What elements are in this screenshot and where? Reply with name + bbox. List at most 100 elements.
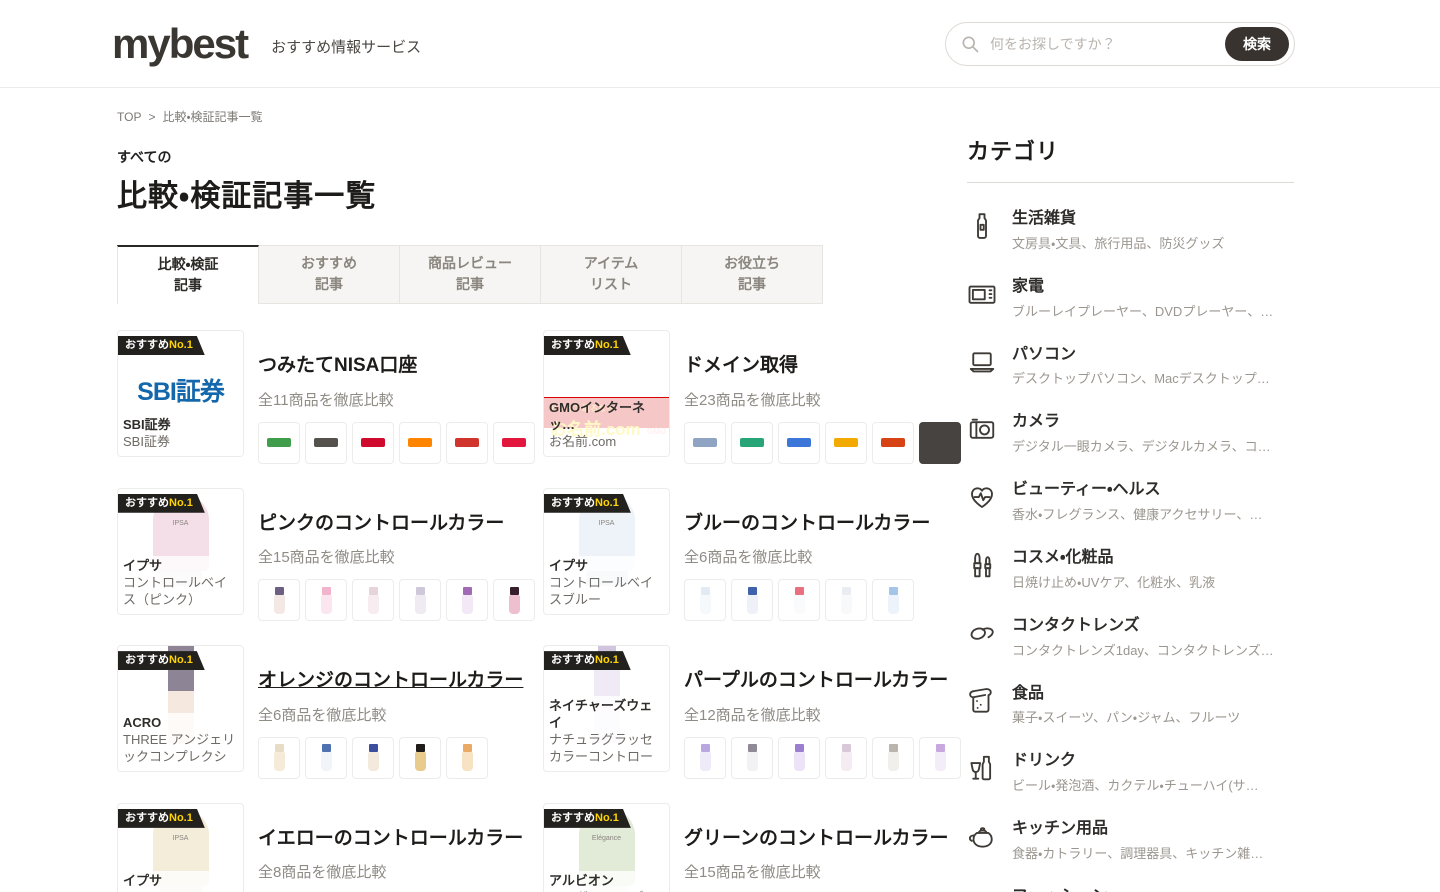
product-thumbnail — [825, 421, 867, 464]
card-image[interactable]: おすすめNo.1 ドメイン取るならお名前.comhttps://www.onam… — [543, 330, 670, 457]
category-item[interactable]: ファッション レディーストップス、レディースジャケッ… — [967, 887, 1294, 892]
product-thumbnail — [684, 736, 726, 779]
article-card[interactable]: おすすめNo.1 ドメイン取るならお名前.comhttps://www.onam… — [543, 330, 961, 464]
breadcrumb-top-link[interactable]: TOP — [117, 110, 141, 124]
search-box: 検索 — [945, 21, 1295, 66]
category-item[interactable]: キッチン用品 食器・カトラリー、調理器具、キッチン雑… — [967, 819, 1294, 862]
card-title-link[interactable]: ピンクのコントロールカラー — [258, 510, 535, 538]
category-subtext: 日焼け止め・UVケア、化粧水、乳液 — [1012, 574, 1216, 590]
product-image-text: SBI証券 — [137, 377, 225, 406]
card-image[interactable]: おすすめNo.1 IPSA イプサ コントロールベイス — [117, 802, 244, 892]
card-compare-count: 全23商品を徹底比較 — [684, 391, 821, 409]
card-title-link[interactable]: ブルーのコントロールカラー — [684, 510, 930, 538]
article-card[interactable]: おすすめNo.1 SBI証券 SBI証券 SBI証券 つみたてNISA口座 全1… — [117, 330, 535, 464]
product-thumbnail — [731, 421, 773, 464]
tab-hikaku-kensho[interactable]: 比較・検証 記事 — [117, 245, 259, 304]
card-compare-count: 全6商品を徹底比較 — [684, 549, 813, 567]
product-thumbnails — [684, 421, 961, 464]
card-brand: イプサ — [549, 557, 589, 573]
card-image[interactable]: おすすめNo.1 Elégance アルビオン エレガンス モデリング カラーベ… — [543, 802, 670, 892]
card-caption: イプサ コントロールベイス — [118, 870, 243, 892]
product-thumbnail — [493, 421, 535, 464]
tab-review[interactable]: 商品レビュー 記事 — [400, 245, 541, 304]
category-name: カメラ — [1012, 413, 1061, 431]
category-item[interactable]: 食品 菓子・スイーツ、パン・ジャム、フルーツ — [967, 684, 1294, 727]
card-caption: アルビオン エレガンス モデリング カラーベース G… — [544, 870, 669, 892]
badge-no1: No.1 — [169, 811, 193, 824]
product-thumbnail — [305, 421, 347, 464]
search-input[interactable] — [980, 35, 1225, 52]
category-item[interactable]: カメラ デジタル一眼カメラ、デジタルカメラ、コ… — [967, 412, 1294, 455]
product-thumbnail — [731, 736, 773, 779]
badge-prefix: おすすめ — [551, 654, 595, 667]
lipstick-icon — [967, 550, 997, 580]
search-icon — [962, 36, 979, 52]
category-list: 生活雑貨 文房具・文具、旅行用品、防災グッズ 家電 ブルーレイプレーヤー、DVD… — [967, 209, 1294, 892]
card-compare-count: 全15商品を徹底比較 — [258, 549, 395, 567]
card-product-name: コントロールベイスブルー — [549, 574, 654, 607]
category-item[interactable]: ドリンク ビール・発泡酒、カクテル・チューハイ(サ… — [967, 751, 1294, 794]
article-card[interactable]: おすすめNo.1 IPSA イプサ コントロールベイス イエローのコントロールカ… — [117, 802, 535, 892]
card-brand: イプサ — [123, 557, 163, 573]
bread-icon — [967, 686, 997, 716]
card-product-name: ナチュラグラッセ カラーコントロール… — [549, 732, 654, 766]
card-image[interactable]: おすすめNo.1 IPSA イプサ コントロールベイス（ピンク） — [117, 487, 244, 615]
tab-itemlist[interactable]: アイテム リスト — [541, 245, 682, 304]
recommend-no1-badge: おすすめNo.1 — [544, 494, 631, 513]
tab-label-line2: 記事 — [738, 276, 766, 292]
breadcrumb-current[interactable]: 比較・検証記事一覧 — [162, 108, 262, 125]
site-tagline: おすすめ情報サービス — [271, 39, 422, 56]
card-caption: イプサ コントロールベイス（ピンク） — [118, 555, 243, 614]
product-thumbnail — [399, 579, 441, 622]
category-item[interactable]: コスメ・化粧品 日焼け止め・UVケア、化粧水、乳液 — [967, 548, 1294, 591]
recommend-no1-badge: おすすめNo.1 — [118, 809, 205, 828]
page-title: 比較・検証記事一覧 — [117, 180, 377, 213]
card-title-link[interactable]: オレンジのコントロールカラー — [258, 667, 523, 695]
card-title-link[interactable]: グリーンのコントロールカラー — [684, 825, 961, 853]
card-title-link[interactable]: イエローのコントロールカラー — [258, 825, 535, 853]
card-image[interactable]: おすすめNo.1 ACRO THREE アンジェリックコンプレクショ… — [117, 645, 244, 773]
card-image[interactable]: おすすめNo.1 ネイチャーズウェイ ナチュラグラッセ カラーコントロール… — [543, 645, 670, 773]
card-image[interactable]: おすすめNo.1 SBI証券 SBI証券 SBI証券 — [117, 330, 244, 457]
card-caption: イプサ コントロールベイスブルー — [544, 555, 669, 614]
card-title-link[interactable]: ドメイン取得 — [684, 352, 961, 380]
card-title-link[interactable]: つみたてNISA口座 — [258, 352, 535, 380]
teapot-icon — [967, 821, 997, 851]
product-thumbnail — [872, 736, 914, 779]
card-compare-count: 全12商品を徹底比較 — [684, 706, 821, 724]
recommend-no1-badge: おすすめNo.1 — [118, 336, 205, 355]
category-item[interactable]: 家電 ブルーレイプレーヤー、DVDプレーヤー、… — [967, 277, 1294, 320]
page-supertitle: すべての — [117, 149, 172, 165]
badge-no1: No.1 — [595, 339, 619, 351]
breadcrumb: TOP > 比較・検証記事一覧 — [117, 108, 935, 125]
card-compare-count: 全6商品を徹底比較 — [258, 706, 387, 724]
tab-label-line1: お役立ち — [724, 255, 780, 271]
product-thumbnail — [352, 579, 394, 622]
category-subtext: 香水・フレグランス、健康アクセサリー、… — [1012, 506, 1263, 522]
badge-prefix: おすすめ — [551, 811, 595, 824]
tab-label-line2: 記事 — [456, 276, 484, 292]
category-item[interactable]: コンタクトレンズ コンタクトレンズ1day、コンタクトレンズ… — [967, 616, 1294, 659]
card-title-link[interactable]: パープルのコントロールカラー — [684, 667, 961, 695]
recommend-no1-badge: おすすめNo.1 — [544, 336, 631, 355]
category-item[interactable]: パソコン デスクトップパソコン、Macデスクトップ… — [967, 345, 1294, 388]
badge-no1: No.1 — [595, 654, 619, 667]
category-subtext: デジタル一眼カメラ、デジタルカメラ、コ… — [1012, 439, 1271, 455]
article-card[interactable]: おすすめNo.1 Elégance アルビオン エレガンス モデリング カラーベ… — [543, 802, 961, 892]
article-card-list: おすすめNo.1 SBI証券 SBI証券 SBI証券 つみたてNISA口座 全1… — [117, 330, 961, 892]
tab-oyakudachi[interactable]: お役立ち 記事 — [682, 245, 823, 304]
category-item[interactable]: 生活雑貨 文房具・文具、旅行用品、防災グッズ — [967, 209, 1294, 252]
mybest-logo[interactable]: mybest — [112, 22, 249, 65]
category-item[interactable]: ビューティー・ヘルス 香水・フレグランス、健康アクセサリー、… — [967, 480, 1294, 523]
article-card[interactable]: おすすめNo.1 IPSA イプサ コントロールベイス（ピンク） ピンクのコント… — [117, 487, 535, 622]
article-card[interactable]: おすすめNo.1 ネイチャーズウェイ ナチュラグラッセ カラーコントロール… パ… — [543, 645, 961, 779]
tab-osusume[interactable]: おすすめ 記事 — [259, 245, 400, 304]
bottle-icon — [967, 211, 997, 241]
card-image[interactable]: おすすめNo.1 IPSA イプサ コントロールベイスブルー — [543, 487, 670, 615]
article-card[interactable]: おすすめNo.1 IPSA イプサ コントロールベイスブルー ブルーのコントロー… — [543, 487, 961, 622]
tab-label-line1: 比較・検証 — [157, 256, 219, 272]
article-card[interactable]: おすすめNo.1 ACRO THREE アンジェリックコンプレクショ… オレンジ… — [117, 645, 535, 779]
category-subtext: ビール・発泡酒、カクテル・チューハイ(サ… — [1012, 778, 1259, 794]
search-button[interactable]: 検索 — [1225, 26, 1289, 61]
category-name: 家電 — [1012, 277, 1045, 295]
